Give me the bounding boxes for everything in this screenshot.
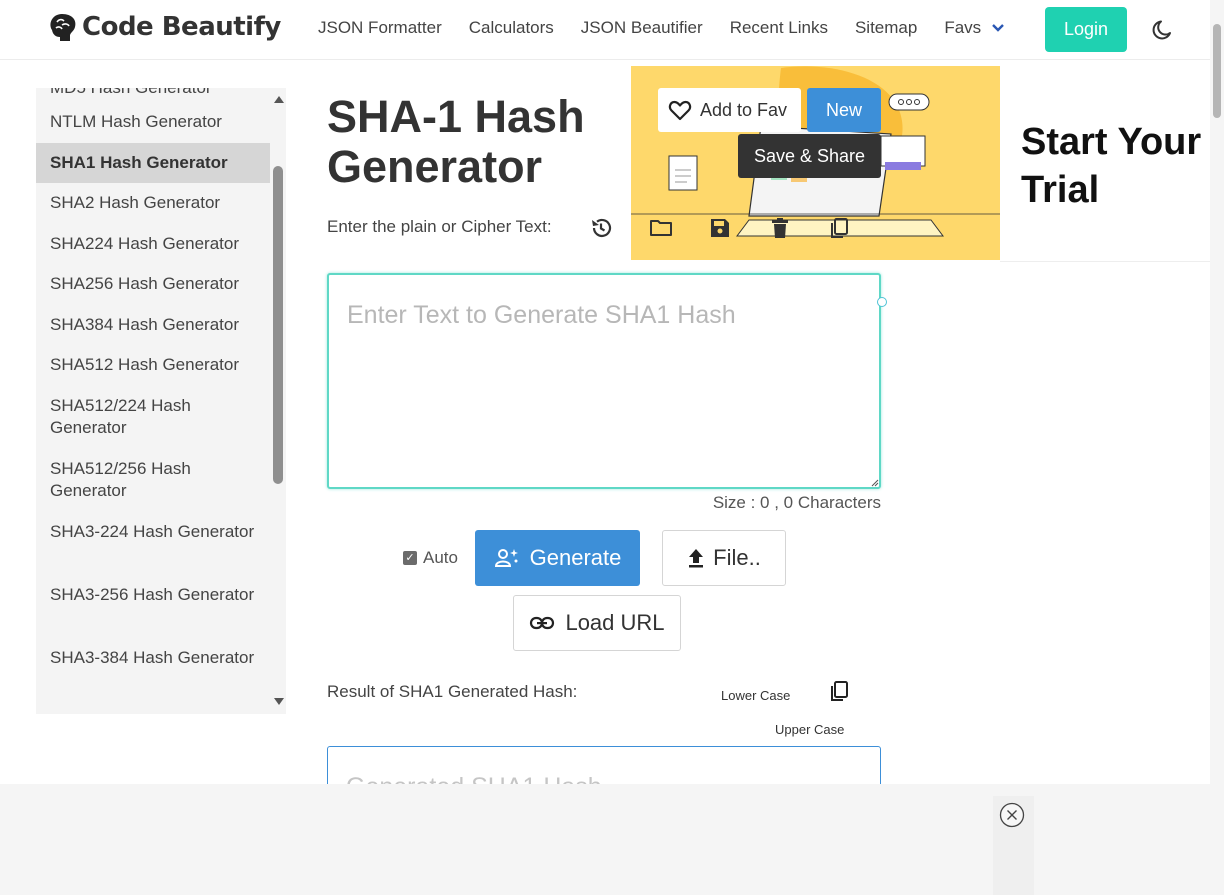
page-title: SHA-1 Hash Generator [327,91,585,192]
sidebar-item-sha256[interactable]: SHA256 Hash Generator [36,264,270,305]
generate-button[interactable]: Generate [475,530,640,586]
heart-icon [668,100,692,121]
load-url-button[interactable]: Load URL [513,595,681,651]
upload-icon [689,549,704,568]
generate-person-sparkle-icon [494,549,518,567]
sidebar-item-sha3-384[interactable]: SHA3-384 Hash Generator [36,638,270,701]
logo-text: Code Beautify [82,12,281,42]
copy-icon[interactable] [827,679,851,703]
promo-headline: Start Your Trial [1021,121,1202,211]
sidebar-item-sha512-256[interactable]: SHA512/256 Hash Generator [36,449,270,512]
sidebar-item-md5[interactable]: MD5 Hash Generator [36,88,270,102]
generate-label: Generate [529,545,622,570]
sidebar-list: MD5 Hash Generator NTLM Hash Generator S… [36,88,270,701]
scroll-down-arrow-icon[interactable] [274,698,284,705]
sidebar-item-sha512[interactable]: SHA512 Hash Generator [36,345,270,386]
history-icon[interactable] [589,216,613,240]
bottom-ad-bar [0,784,1210,895]
sidebar-item-sha224[interactable]: SHA224 Hash Generator [36,224,270,265]
nav-json-beautifier[interactable]: JSON Beautifier [581,18,703,38]
site-logo[interactable]: Code Beautify [46,10,281,44]
lower-case-option[interactable]: Lower Case [721,688,790,703]
sidebar-scrollbar-thumb[interactable] [273,166,283,484]
sidebar-item-sha384[interactable]: SHA384 Hash Generator [36,305,270,346]
file-upload-button[interactable]: File.. [662,530,786,586]
nav-sitemap[interactable]: Sitemap [855,18,917,38]
sidebar-item-sha3-256[interactable]: SHA3-256 Hash Generator [36,575,270,638]
upper-case-option[interactable]: Upper Case [775,722,844,737]
nav-json-formatter[interactable]: JSON Formatter [318,18,442,38]
load-url-label: Load URL [565,610,665,635]
link-icon [530,616,555,630]
resize-grip-icon[interactable] [869,477,879,487]
input-handle-dot [877,297,887,307]
sidebar-item-sha3-224[interactable]: SHA3-224 Hash Generator [36,512,270,575]
nav-calculators[interactable]: Calculators [469,18,554,38]
tools-sidebar: MD5 Hash Generator NTLM Hash Generator S… [36,88,286,714]
auto-label: Auto [423,548,458,567]
brain-logo-icon [50,14,76,41]
new-button[interactable]: New [807,88,881,132]
result-label: Result of SHA1 Generated Hash: [327,682,578,701]
chevron-down-icon [992,24,1005,32]
auto-checkbox[interactable]: ✓ Auto [403,548,458,568]
file-label: File.. [713,545,761,570]
sidebar-item-sha2[interactable]: SHA2 Hash Generator [36,183,270,224]
plain-text-input[interactable] [327,273,881,489]
page-scrollbar-thumb[interactable] [1213,24,1221,118]
save-share-button[interactable]: Save & Share [738,134,881,178]
add-to-fav-button[interactable]: Add to Fav [658,88,801,132]
close-ad-icon[interactable] [999,802,1025,828]
sidebar-item-ntlm[interactable]: NTLM Hash Generator [36,102,270,143]
sidebar-scrollbar[interactable] [272,88,286,714]
sidebar-item-sha512-224[interactable]: SHA512/224 Hash Generator [36,386,270,449]
main-nav: JSON Formatter Calculators JSON Beautifi… [318,18,1005,38]
trash-icon[interactable] [768,216,792,240]
input-label: Enter the plain or Cipher Text: [327,217,552,236]
add-to-fav-label: Add to Fav [700,99,788,120]
login-button[interactable]: Login [1045,7,1127,52]
save-icon[interactable] [708,216,732,240]
promo-banner-text[interactable]: Start Your Trial [1000,66,1210,262]
nav-favs-dropdown[interactable]: Favs [944,18,1005,38]
checkbox-checked-icon: ✓ [403,551,417,565]
dark-mode-moon-icon[interactable] [1151,18,1175,42]
size-info: Size : 0 , 0 Characters [712,493,881,512]
top-header: Code Beautify JSON Formatter Calculators… [0,0,1210,60]
nav-recent-links[interactable]: Recent Links [730,18,828,38]
sidebar-item-sha1[interactable]: SHA1 Hash Generator [36,142,270,183]
open-folder-icon[interactable] [649,216,673,240]
copy-toolbar-icon[interactable] [827,216,851,240]
nav-favs-label: Favs [944,18,982,37]
scroll-up-arrow-icon[interactable] [274,96,284,103]
